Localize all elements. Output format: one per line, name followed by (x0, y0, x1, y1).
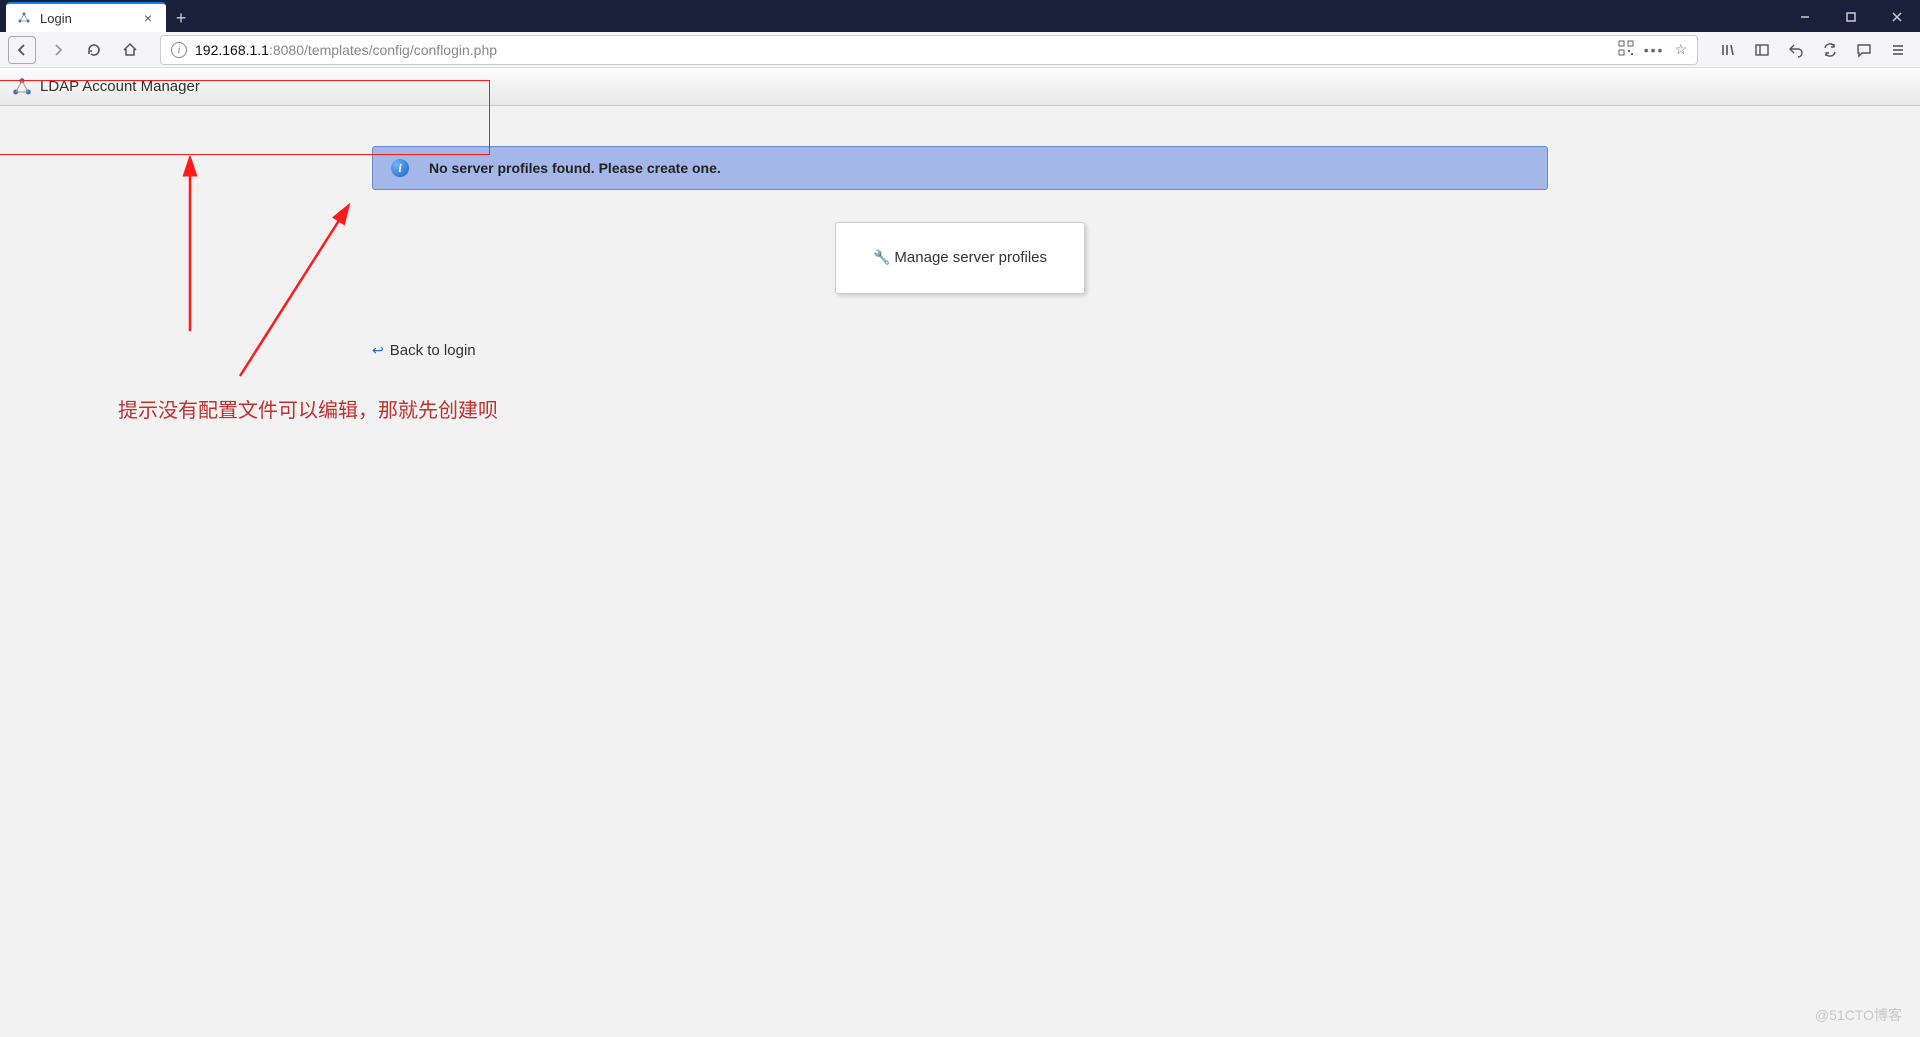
nav-back-button[interactable] (8, 36, 36, 64)
annotation-arrow-1 (170, 156, 210, 336)
info-icon: i (391, 159, 409, 177)
url-path: :8080/templates/config/conflogin.php (269, 42, 497, 58)
wrench-icon: 🔧 (873, 249, 890, 265)
sidebar-toggle-icon[interactable] (1748, 36, 1776, 64)
browser-tab-login[interactable]: Login × (6, 2, 166, 32)
url-host: 192.168.1.1 (195, 42, 269, 58)
tab-title: Login (40, 11, 72, 26)
menu-icon[interactable] (1884, 36, 1912, 64)
window-close-button[interactable] (1874, 2, 1920, 32)
tab-strip: Login × + (0, 0, 1920, 32)
notice-banner: i No server profiles found. Please creat… (372, 146, 1548, 190)
library-icon[interactable] (1714, 36, 1742, 64)
nav-reload-button[interactable] (80, 36, 108, 64)
tab-favicon-icon (16, 10, 32, 26)
window-maximize-button[interactable] (1828, 2, 1874, 32)
manage-server-profiles-link[interactable]: 🔧Manage server profiles (873, 249, 1047, 266)
qr-icon[interactable] (1618, 40, 1634, 59)
browser-chrome: Login × + (0, 0, 1920, 32)
back-to-login-link[interactable]: ↩ Back to login (372, 342, 476, 359)
page-actions-icon[interactable]: ••• (1644, 42, 1665, 58)
undo-arrow-icon: ↩ (372, 342, 384, 359)
nav-home-button[interactable] (116, 36, 144, 64)
manage-profiles-label: Manage server profiles (894, 249, 1047, 266)
undo-icon[interactable] (1782, 36, 1810, 64)
sync-icon[interactable] (1816, 36, 1844, 64)
window-minimize-button[interactable] (1782, 2, 1828, 32)
back-link-row: ↩ Back to login (372, 342, 1548, 359)
url-bar[interactable]: i 192.168.1.1:8080/templates/config/conf… (160, 35, 1698, 65)
bookmark-star-icon[interactable]: ☆ (1674, 41, 1687, 58)
nav-forward-button[interactable] (44, 36, 72, 64)
window-controls (1782, 2, 1920, 32)
notice-text: No server profiles found. Please create … (429, 160, 721, 176)
annotation-note: 提示没有配置文件可以编辑，那就先创建呗 (118, 394, 498, 423)
page-content: i No server profiles found. Please creat… (0, 106, 1920, 359)
tab-close-icon[interactable]: × (140, 10, 156, 26)
back-to-login-label: Back to login (390, 342, 476, 359)
chat-icon[interactable] (1850, 36, 1878, 64)
watermark: @51CTO博客 (1815, 1005, 1902, 1025)
manage-profiles-card: 🔧Manage server profiles (835, 222, 1085, 294)
new-tab-button[interactable]: + (166, 4, 196, 32)
annotation-highlight (0, 80, 490, 155)
nav-toolbar: i 192.168.1.1:8080/templates/config/conf… (0, 32, 1920, 68)
site-info-icon[interactable]: i (171, 42, 187, 58)
